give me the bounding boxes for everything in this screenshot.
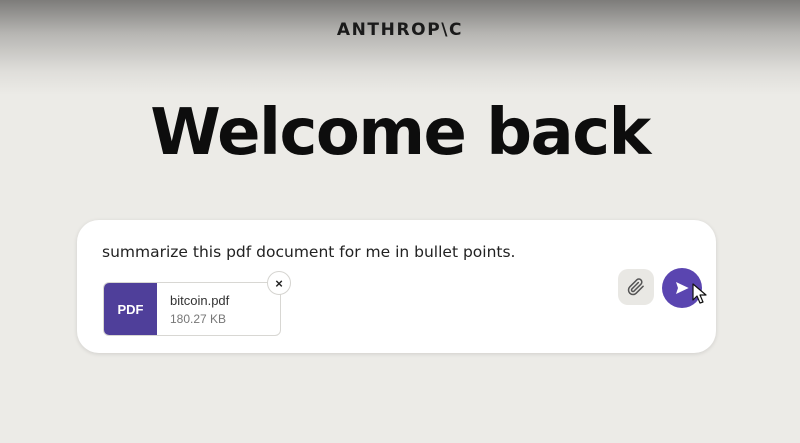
close-icon: × xyxy=(275,275,283,291)
send-arrow-icon xyxy=(676,282,689,294)
attach-file-button[interactable] xyxy=(618,269,654,305)
prompt-input[interactable]: summarize this pdf document for me in bu… xyxy=(102,243,515,261)
paperclip-icon xyxy=(627,278,644,296)
pdf-file-badge: PDF xyxy=(104,283,157,335)
anthropic-logo: ANTHROP\C xyxy=(336,20,464,40)
mouse-cursor-icon xyxy=(692,283,707,304)
header-gradient xyxy=(0,0,800,95)
attachment-file-name: bitcoin.pdf xyxy=(170,293,230,308)
remove-attachment-button[interactable]: × xyxy=(267,271,291,295)
attachment-file-size: 180.27 KB xyxy=(170,312,227,326)
attachment-card[interactable]: PDF bitcoin.pdf 180.27 KB × xyxy=(103,271,291,336)
page-title: Welcome back xyxy=(150,96,651,170)
message-composer: summarize this pdf document for me in bu… xyxy=(77,220,716,353)
